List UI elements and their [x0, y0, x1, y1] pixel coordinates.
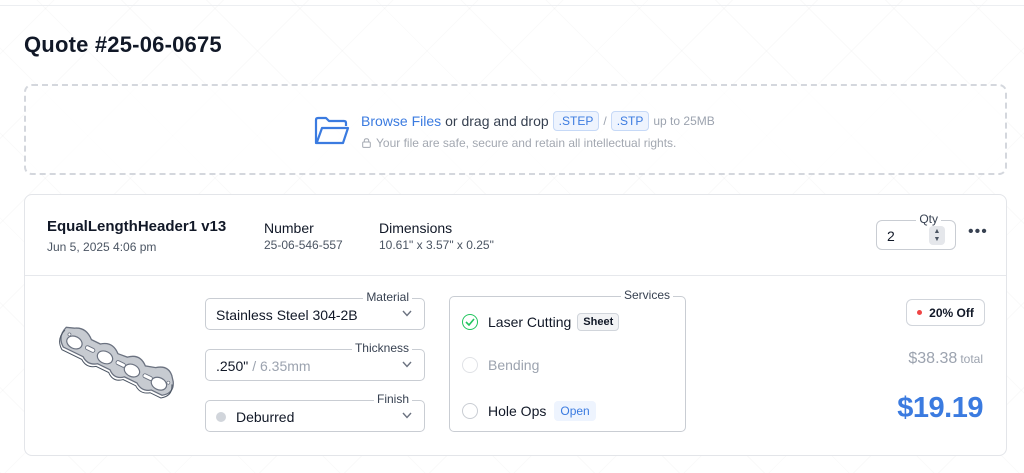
services-group: Services Laser Cutting Sheet Bending Hol…: [449, 288, 686, 432]
lock-icon: [362, 138, 371, 148]
chevron-down-icon: [402, 310, 412, 317]
more-horizontal-icon[interactable]: •••: [968, 223, 988, 241]
finish-color-swatch: [216, 412, 226, 422]
thickness-display: .250" / 6.35mm: [216, 358, 311, 374]
discount-badge: 20% Off: [906, 299, 985, 326]
drag-drop-text: or drag and drop: [445, 113, 549, 129]
part-thumbnail: [59, 326, 174, 399]
thickness-value: .250": [216, 358, 249, 374]
material-label: Material: [363, 290, 412, 304]
chevron-up-icon[interactable]: ▲: [934, 228, 941, 236]
checkmark-icon: [465, 318, 475, 326]
open-tag[interactable]: Open: [554, 401, 596, 421]
radio-icon: [462, 357, 478, 373]
status-dot: [917, 310, 923, 315]
finish-display: Deburred: [216, 409, 294, 425]
browse-files-link[interactable]: Browse Files: [361, 113, 441, 129]
check-circle-icon[interactable]: [462, 314, 478, 330]
total-price-line: $38.38 total: [908, 350, 983, 368]
total-price: $38.38: [908, 350, 958, 367]
stepper-arrows[interactable]: ▲ ▼: [929, 226, 945, 245]
finish-value: Deburred: [236, 409, 295, 425]
quantity-stepper[interactable]: Qty 2 ▲ ▼: [876, 212, 956, 250]
total-label: total: [960, 352, 983, 366]
services-label: Services: [620, 288, 673, 302]
part-name: EqualLengthHeader1 v13: [47, 218, 227, 235]
security-note: Your file are safe, secure and retain al…: [362, 136, 676, 150]
dimensions-value: 10.61" x 3.57" x 0.25": [379, 238, 494, 252]
part-card: EqualLengthHeader1 v13 Jun 5, 2025 4:06 …: [24, 194, 1007, 456]
top-divider: [0, 5, 1024, 6]
format-badge-step: .STEP: [552, 111, 600, 131]
dimensions-label: Dimensions: [379, 220, 453, 236]
radio-icon[interactable]: [462, 403, 478, 419]
upload-instructions: Browse Files or drag and drop .STEP / .S…: [361, 111, 715, 131]
chevron-down-icon: [402, 361, 412, 368]
discount-text: 20% Off: [929, 305, 974, 320]
thickness-label: Thickness: [351, 341, 412, 355]
service-bending: Bending: [462, 357, 539, 373]
part-date: Jun 5, 2025 4:06 pm: [47, 240, 157, 254]
thickness-select[interactable]: Thickness .250" / 6.35mm: [205, 341, 425, 381]
security-note-text: Your file are safe, secure and retain al…: [376, 136, 677, 150]
chevron-down-icon[interactable]: ▼: [934, 236, 941, 244]
number-label: Number: [264, 220, 314, 236]
finish-label: Finish: [373, 392, 412, 406]
qty-label: Qty: [916, 212, 941, 226]
service-label: Bending: [488, 357, 540, 373]
page-title: Quote #25-06-0675: [24, 32, 222, 57]
sheet-tag: Sheet: [577, 313, 620, 331]
size-limit: up to 25MB: [653, 114, 715, 128]
number-value: 25-06-546-557: [264, 238, 343, 252]
finish-select[interactable]: Finish Deburred: [205, 392, 425, 432]
format-separator: /: [603, 114, 607, 128]
service-label: Laser Cutting: [488, 314, 572, 330]
file-dropzone[interactable]: Browse Files or drag and drop .STEP / .S…: [24, 84, 1007, 175]
service-label: Hole Ops: [488, 403, 547, 419]
unit-price: $19.19: [897, 392, 983, 424]
chevron-down-icon: [402, 412, 412, 419]
qty-value: 2: [887, 228, 895, 244]
material-select[interactable]: Material Stainless Steel 304-2B: [205, 290, 425, 330]
card-divider: [25, 275, 1006, 276]
format-badge-stp: .STP: [610, 111, 650, 131]
service-laser-cutting[interactable]: Laser Cutting Sheet: [462, 313, 620, 331]
material-value: Stainless Steel 304-2B: [216, 307, 358, 323]
folder-icon: [314, 116, 350, 145]
thickness-metric: / 6.35mm: [252, 358, 311, 374]
service-hole-ops[interactable]: Hole Ops Open: [462, 401, 596, 421]
